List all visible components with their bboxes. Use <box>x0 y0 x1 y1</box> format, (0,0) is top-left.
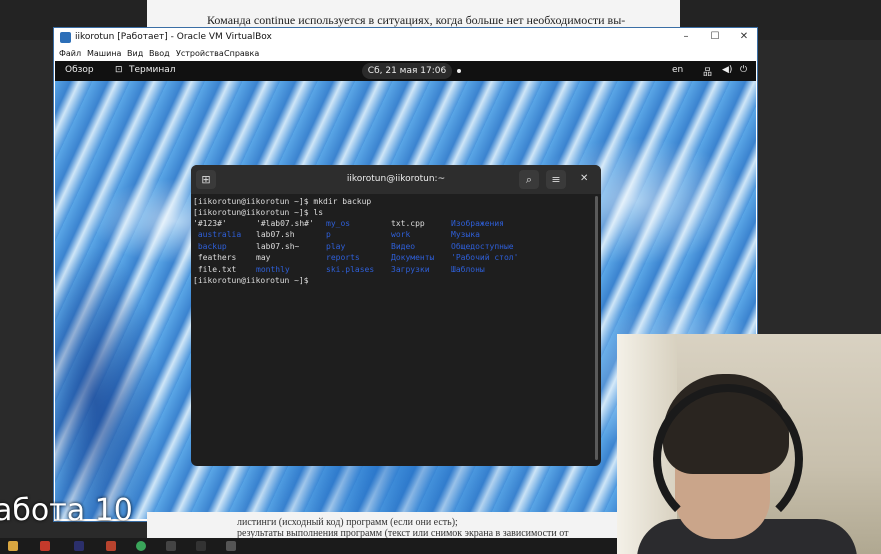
volume-icon[interactable]: ◀) <box>722 65 732 75</box>
ls-directory-entry: Шаблоны <box>451 264 485 274</box>
menu-button[interactable]: ≡ <box>546 170 566 189</box>
ls-directory-entry: 'Рабочий стол' <box>451 253 519 263</box>
photoshop-icon[interactable] <box>74 541 84 551</box>
ls-directory-entry: work <box>391 230 411 240</box>
virtualbox-icon <box>60 32 71 43</box>
menu-devices[interactable]: Устройства <box>176 49 224 58</box>
host-taskbar <box>0 538 617 554</box>
overlay-title: абота 10 <box>0 493 133 528</box>
virtualbox-title: iikorotun [Работает] - Oracle VM Virtual… <box>75 32 272 42</box>
close-button[interactable]: ✕ <box>730 29 758 45</box>
steam-icon[interactable] <box>166 541 176 551</box>
virtualbox-taskbar-icon[interactable] <box>226 541 236 551</box>
menu-machine[interactable]: Машина <box>87 49 121 58</box>
network-icon[interactable]: 品 <box>703 65 712 78</box>
ls-directory-entry: my_os <box>326 219 351 228</box>
folder-icon[interactable] <box>8 541 18 551</box>
search-button[interactable]: ⌕ <box>519 170 539 189</box>
terminal-window[interactable]: ⊞ iikorotun@iikorotun:~ ⌕ ≡ ✕ [iikorotun… <box>191 165 601 466</box>
menu-input[interactable]: Ввод <box>149 49 170 58</box>
terminal-headerbar: ⊞ iikorotun@iikorotun:~ ⌕ ≡ ✕ <box>191 165 601 194</box>
ls-directory-entry: Загрузки <box>391 264 430 274</box>
menu-view[interactable]: Вид <box>127 49 143 58</box>
document-top-text: Команда continue используется в ситуация… <box>207 13 626 27</box>
terminal-line: [iikorotun@iikorotun ~]$ mkdir backup <box>193 197 372 206</box>
language-indicator[interactable]: en <box>672 65 683 75</box>
power-icon[interactable]: ⏻ <box>740 65 747 75</box>
ls-directory-entry: backup <box>193 241 227 251</box>
minimize-button[interactable]: – <box>672 29 700 45</box>
webcam-overlay <box>617 334 881 554</box>
terminal-line: [iikorotun@iikorotun ~]$ ls <box>193 208 324 217</box>
chrome-icon[interactable] <box>136 541 146 551</box>
terminal-scrollbar[interactable] <box>595 196 598 460</box>
activities-button[interactable]: Обзор <box>65 65 94 75</box>
ls-file-entry: '#lab07.sh#' <box>256 219 314 228</box>
ls-directory-entry: play <box>326 241 346 251</box>
ls-file-entry: lab07.sh <box>256 230 295 240</box>
ls-directory-entry: Документы <box>391 253 435 263</box>
office-icon[interactable] <box>40 541 50 551</box>
menu-file[interactable]: Файл <box>59 49 81 58</box>
ls-file-entry: '#123#' <box>193 219 227 228</box>
terminal-prompt: [iikorotun@iikorotun ~]$ <box>193 276 314 285</box>
virtualbox-menubar: Файл Машина Вид Ввод Устройства Справка <box>54 47 757 61</box>
document-line: листинги (исходный код) программ (если о… <box>237 517 458 528</box>
clock[interactable]: Сб, 21 мая 17:06 <box>362 63 452 79</box>
ls-directory-entry: Музыка <box>451 230 480 240</box>
menu-help[interactable]: Справка <box>224 49 259 58</box>
ls-file-entry: may <box>256 253 271 263</box>
app-icon[interactable] <box>196 541 206 551</box>
terminal-output[interactable]: [iikorotun@iikorotun ~]$ mkdir backup [i… <box>193 197 593 457</box>
app-icon[interactable] <box>106 541 116 551</box>
ls-directory-entry: australia <box>193 230 242 240</box>
ls-directory-entry: reports <box>326 253 360 263</box>
virtualbox-titlebar: iikorotun [Работает] - Oracle VM Virtual… <box>54 28 757 47</box>
ls-directory-entry: Видео <box>391 241 416 251</box>
background-document-bottom: листинги (исходный код) программ (если о… <box>147 512 617 539</box>
ls-directory-entry: Изображения <box>451 219 504 228</box>
terminal-app-icon[interactable]: ⊡ <box>115 65 123 75</box>
notification-dot-icon <box>457 69 461 73</box>
headset-icon <box>653 384 803 534</box>
app-menu-label[interactable]: Терминал <box>129 65 176 75</box>
gnome-top-bar: Обзор ⊡ Терминал Сб, 21 мая 17:06 en 品 ◀… <box>55 61 756 81</box>
terminal-title: iikorotun@iikorotun:~ <box>346 174 446 184</box>
ls-directory-entry: p <box>326 230 331 240</box>
ls-directory-entry: Общедоступные <box>451 241 514 251</box>
ls-file-entry: file.txt <box>193 264 237 274</box>
terminal-close-button[interactable]: ✕ <box>580 173 588 184</box>
ls-file-entry: feathers <box>193 253 237 263</box>
ls-directory-entry: ski.plases <box>326 264 375 274</box>
ls-directory-entry: monthly <box>256 264 290 274</box>
ls-file-entry: lab07.sh~ <box>256 241 300 251</box>
maximize-button[interactable]: ☐ <box>701 29 729 45</box>
ls-file-entry: txt.cpp <box>391 219 425 228</box>
